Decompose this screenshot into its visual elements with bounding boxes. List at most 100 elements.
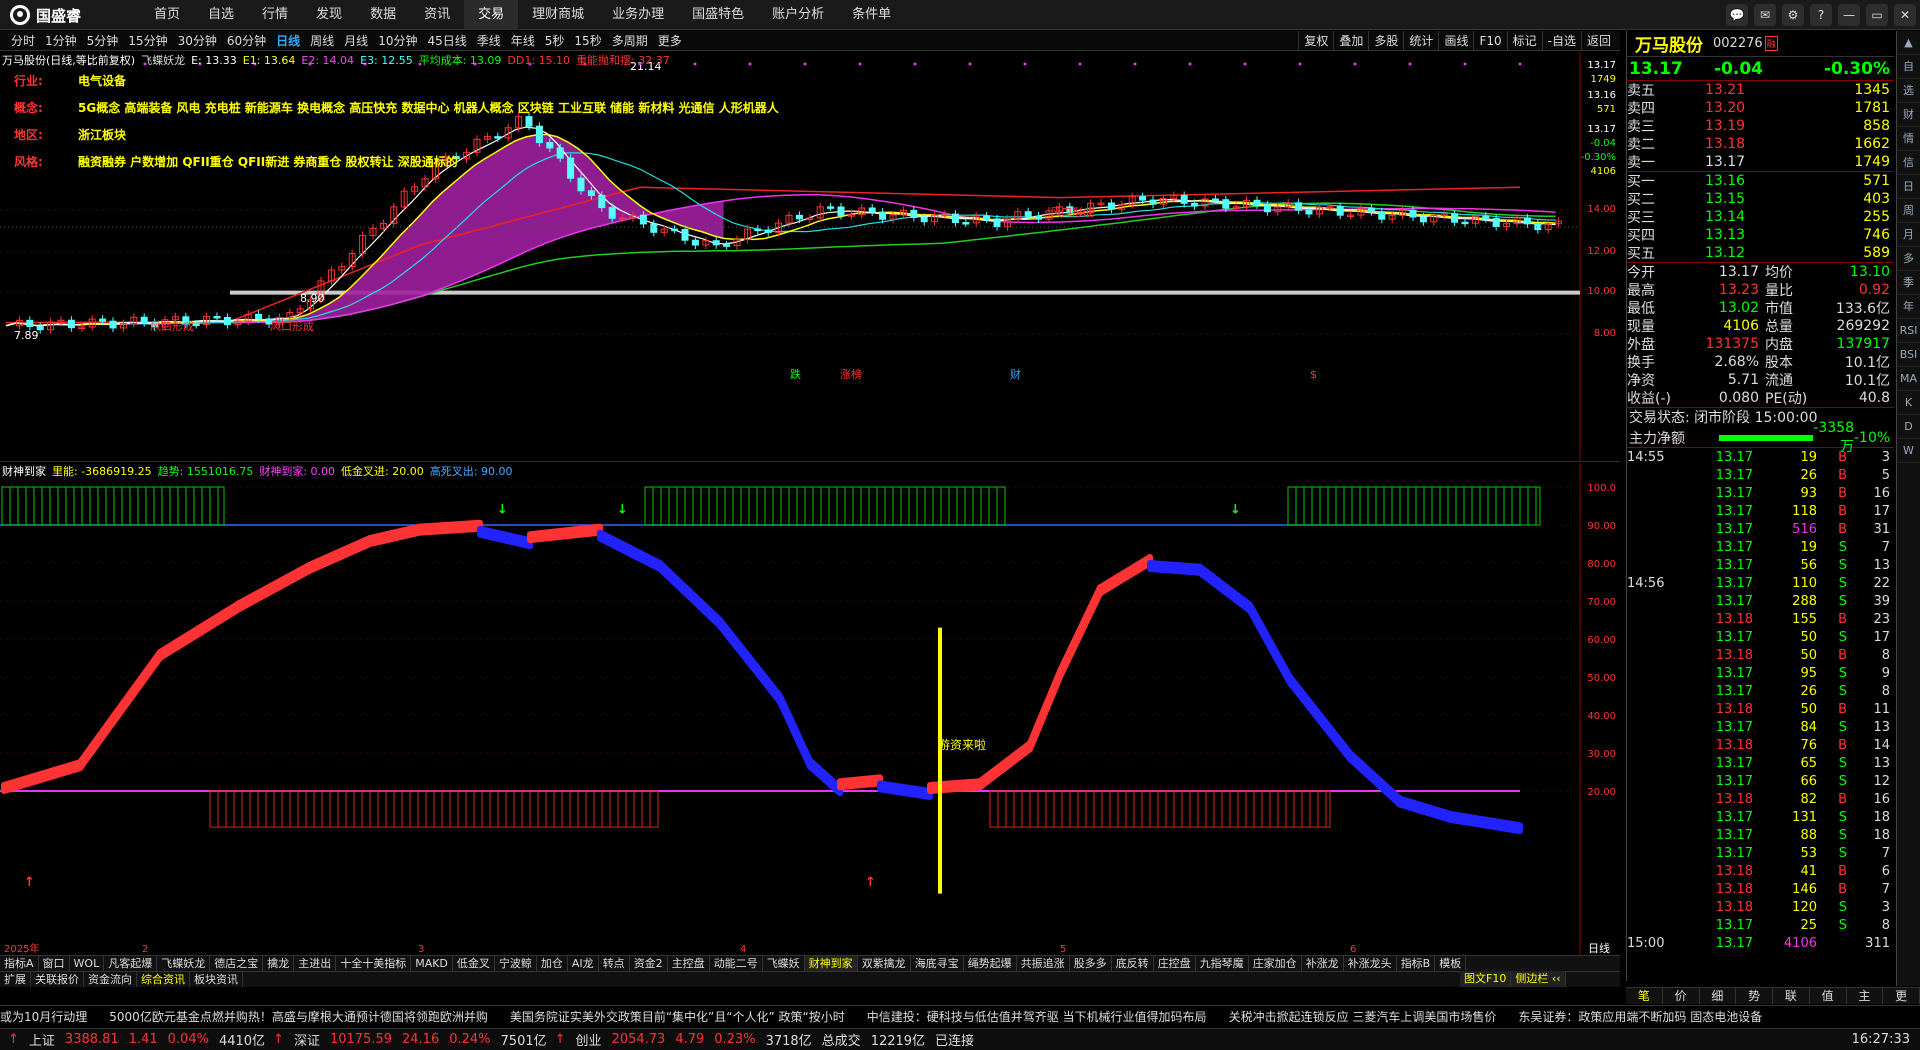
sub-tab-0[interactable]: 图文F10 xyxy=(1460,971,1512,987)
extension-tab-2[interactable]: 资金流向 xyxy=(84,972,137,987)
chart-tool-2[interactable]: 多股 xyxy=(1368,31,1403,51)
period-tab-11[interactable]: 季线 xyxy=(472,31,506,51)
news-ticker[interactable]: 或为10月行动理 5000亿欧元基金点燃并购热！高盛与摩根大通预计德国将领跑欧洲并… xyxy=(0,1005,1920,1027)
sidebar-item-9[interactable]: 多 xyxy=(1897,247,1920,271)
nav-item-5[interactable]: 资讯 xyxy=(410,0,464,30)
sidebar-item-1[interactable]: 自 xyxy=(1897,55,1920,79)
sidebar-item-16[interactable]: D xyxy=(1897,415,1920,439)
indicator-tab-3[interactable]: 凡客起爆 xyxy=(104,956,158,971)
sidebar-item-8[interactable]: 月 xyxy=(1897,223,1920,247)
news-item-3[interactable]: 中信建投：硬科技与低估值并驾齐驱 当下机械行业值得加码布局 xyxy=(867,1010,1207,1024)
quote-tab-7[interactable]: 更 xyxy=(1883,988,1920,1004)
indicator-tab-28[interactable]: 庄家加仓 xyxy=(1249,956,1302,971)
sub-tab-1[interactable]: 侧边栏 ‹‹ xyxy=(1511,971,1566,987)
indicator-tab-10[interactable]: 低金叉 xyxy=(453,956,495,971)
indicator-tab-30[interactable]: 补涨龙头 xyxy=(1344,956,1397,971)
extension-tab-1[interactable]: 关联报价 xyxy=(31,972,84,987)
period-tab-6[interactable]: 日线 xyxy=(271,31,305,51)
indicator-chart[interactable]: 100.0 90.00 80.00 70.00 60.00 50.00 40.00 30.00… xyxy=(0,463,1620,955)
help-icon[interactable]: ? xyxy=(1810,4,1832,26)
indicator-tab-7[interactable]: 主进出 xyxy=(294,956,337,971)
news-item-0[interactable]: 或为10月行动理 xyxy=(0,1010,87,1024)
chart-tool-1[interactable]: 叠加 xyxy=(1333,31,1368,51)
quote-tab-0[interactable]: 笔 xyxy=(1626,988,1663,1004)
indicator-tab-8[interactable]: 十全十美指标 xyxy=(336,956,412,971)
indicator-tab-5[interactable]: 德店之宝 xyxy=(210,956,264,971)
close-icon[interactable]: ✕ xyxy=(1894,4,1916,26)
kline-chart[interactable]: 21.14 风口形成 风口形成 风口形成 7.89 8.90 跌涨榜财 $13.17 1749 1… xyxy=(0,52,1620,462)
sidebar-item-11[interactable]: 年 xyxy=(1897,295,1920,319)
sidebar-item-15[interactable]: K xyxy=(1897,391,1920,415)
period-tab-12[interactable]: 年线 xyxy=(506,31,540,51)
quote-tab-4[interactable]: 联 xyxy=(1773,988,1810,1004)
quote-tab-5[interactable]: 值 xyxy=(1810,988,1847,1004)
period-tab-0[interactable]: 分时 xyxy=(6,31,40,51)
indicator-tab-14[interactable]: 转点 xyxy=(599,956,630,971)
nav-item-6[interactable]: 交易 xyxy=(464,0,519,30)
period-tab-9[interactable]: 10分钟 xyxy=(373,31,422,51)
period-tab-15[interactable]: 多周期 xyxy=(607,31,653,51)
indicator-tab-27[interactable]: 九指琴魔 xyxy=(1196,956,1249,971)
period-tab-5[interactable]: 60分钟 xyxy=(222,31,271,51)
indicator-tab-20[interactable]: 双紫擒龙 xyxy=(858,956,911,971)
indicator-tab-23[interactable]: 共振追涨 xyxy=(1017,956,1070,971)
indicator-tab-17[interactable]: 动能二号 xyxy=(710,956,763,971)
chart-tool-7[interactable]: -自选 xyxy=(1541,31,1581,51)
minimize-icon[interactable]: — xyxy=(1838,4,1860,26)
sidebar-item-7[interactable]: 周 xyxy=(1897,199,1920,223)
indicator-tab-19[interactable]: 财神到家 xyxy=(804,956,858,971)
period-tab-2[interactable]: 5分钟 xyxy=(82,31,124,51)
indicator-tab-32[interactable]: 模板 xyxy=(1435,956,1467,971)
indicator-tab-2[interactable]: WOL xyxy=(70,956,105,971)
chart-tool-0[interactable]: 复权 xyxy=(1298,31,1333,51)
period-tab-7[interactable]: 周线 xyxy=(305,31,339,51)
sidebar-item-10[interactable]: 季 xyxy=(1897,271,1920,295)
period-tab-8[interactable]: 月线 xyxy=(339,31,373,51)
indicator-tab-22[interactable]: 绳势起爆 xyxy=(964,956,1017,971)
indicator-tab-11[interactable]: 宁波鲸 xyxy=(495,956,537,971)
sidebar-item-14[interactable]: MA xyxy=(1897,367,1920,391)
brand-logo[interactable]: 国盛睿 xyxy=(10,5,81,25)
chat-icon[interactable]: 💬 xyxy=(1726,4,1748,26)
chart-tool-6[interactable]: 标记 xyxy=(1506,31,1542,51)
sidebar-item-6[interactable]: 日 xyxy=(1897,175,1920,199)
indicator-tab-29[interactable]: 补涨龙 xyxy=(1302,956,1344,971)
nav-item-8[interactable]: 业务办理 xyxy=(598,0,678,30)
nav-item-4[interactable]: 数据 xyxy=(356,0,410,30)
quote-tab-1[interactable]: 价 xyxy=(1663,988,1700,1004)
nav-item-9[interactable]: 国盛特色 xyxy=(678,0,758,30)
chart-tool-4[interactable]: 画线 xyxy=(1438,31,1473,51)
news-item-5[interactable]: 东吴证券：政策应用端不断加码 固态电池设备 xyxy=(1518,1010,1762,1024)
sidebar-item-0[interactable]: ▲ xyxy=(1897,31,1920,55)
indicator-tab-15[interactable]: 资金2 xyxy=(630,956,668,971)
period-tab-14[interactable]: 15秒 xyxy=(569,31,606,51)
indicator-tab-12[interactable]: 加仓 xyxy=(537,956,568,971)
indicator-tab-6[interactable]: 擒龙 xyxy=(263,956,295,971)
sidebar-item-4[interactable]: 情 xyxy=(1897,127,1920,151)
nav-item-2[interactable]: 行情 xyxy=(248,0,302,30)
indicator-tab-26[interactable]: 庄控盘 xyxy=(1154,956,1196,971)
indicator-tab-16[interactable]: 主控盘 xyxy=(668,956,710,971)
sidebar-item-13[interactable]: BSI xyxy=(1897,343,1920,367)
extension-tab-3[interactable]: 综合资讯 xyxy=(137,972,190,987)
indicator-tab-21[interactable]: 海底寻宝 xyxy=(911,956,964,971)
settings-icon[interactable]: ⚙ xyxy=(1782,4,1804,26)
sidebar-item-3[interactable]: 财 xyxy=(1897,103,1920,127)
sidebar-item-2[interactable]: 选 xyxy=(1897,79,1920,103)
indicator-tab-4[interactable]: 飞蝶妖龙 xyxy=(157,956,211,971)
tick-list[interactable]: 14:55 13.17 19 B 3 13.17 26 B 5 13.17 93 B 16 13.17 11… xyxy=(1627,448,1894,952)
nav-item-10[interactable]: 账户分析 xyxy=(758,0,838,30)
nav-item-0[interactable]: 首页 xyxy=(140,0,194,30)
nav-item-3[interactable]: 发现 xyxy=(302,0,356,30)
quote-tab-2[interactable]: 细 xyxy=(1700,988,1737,1004)
indicator-tab-24[interactable]: 股多多 xyxy=(1070,956,1112,971)
mail-icon[interactable]: ✉ xyxy=(1754,4,1776,26)
extension-tab-4[interactable]: 板块资讯 xyxy=(190,972,243,987)
indicator-tab-25[interactable]: 底反转 xyxy=(1112,956,1154,971)
maximize-icon[interactable]: ▭ xyxy=(1866,4,1888,26)
period-tab-10[interactable]: 45日线 xyxy=(422,31,471,51)
indicator-tab-13[interactable]: AI龙 xyxy=(568,956,599,971)
indicator-tab-9[interactable]: MAKD xyxy=(411,956,453,971)
chart-tool-8[interactable]: 返回 xyxy=(1580,31,1616,51)
extension-tab-0[interactable]: 扩展 xyxy=(0,972,31,987)
